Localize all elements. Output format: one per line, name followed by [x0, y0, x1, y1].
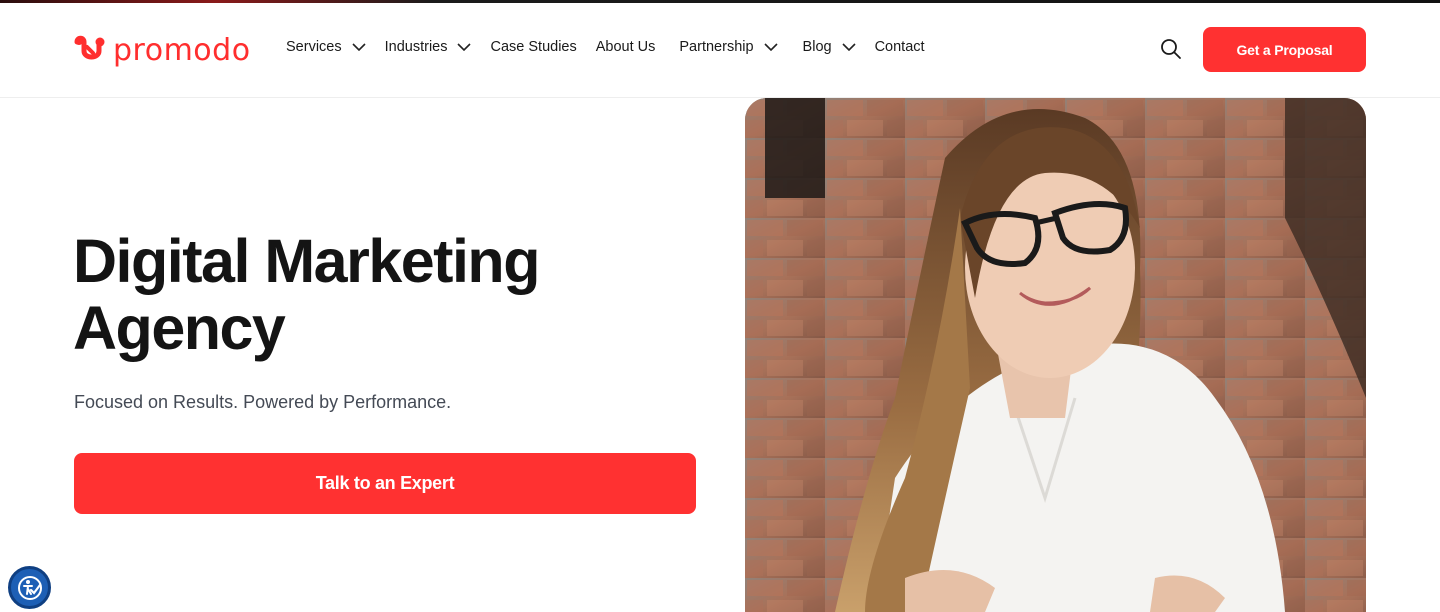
nav-item-services[interactable]: Services [286, 39, 366, 55]
nav-item-label: Contact [874, 39, 925, 55]
nav-item-label: Partnership [679, 39, 754, 55]
site-header: promodo Services Industries Case Studies… [0, 3, 1440, 98]
title-line-2: Agency [73, 294, 286, 362]
page-title: Digital Marketing Agency [73, 228, 693, 362]
hero-subtitle: Focused on Results. Powered by Performan… [74, 392, 452, 412]
promodo-logo-icon [74, 35, 105, 59]
search-icon [1161, 39, 1181, 59]
brand-logo[interactable]: promodo [73, 33, 251, 68]
accessibility-button[interactable] [8, 566, 51, 609]
hero-photo [745, 98, 1366, 612]
search-button[interactable] [1160, 38, 1182, 65]
nav-item-contact[interactable]: Contact [875, 39, 925, 55]
accessibility-icon [17, 575, 42, 600]
get-proposal-button[interactable]: Get a Proposal [1203, 27, 1366, 72]
person-photo [745, 98, 1366, 612]
brand-name: promodo [113, 33, 251, 68]
nav-item-label: About Us [595, 39, 656, 55]
talk-to-expert-button[interactable]: Talk to an Expert [74, 453, 696, 514]
nav-item-case-studies[interactable]: Case Studies [490, 39, 576, 55]
nav-item-partnership[interactable]: Partnership [679, 39, 778, 55]
chevron-down-icon [352, 43, 366, 51]
nav-item-about-us[interactable]: About Us [596, 39, 656, 55]
main-nav: Services Industries Case Studies About U… [286, 39, 944, 55]
chevron-down-icon [763, 43, 778, 51]
nav-item-blog[interactable]: Blog [803, 39, 856, 55]
chevron-down-icon [457, 43, 472, 51]
chevron-down-icon [842, 43, 856, 51]
title-line-1: Digital Marketing [73, 227, 540, 295]
nav-item-industries[interactable]: Industries [385, 39, 472, 55]
nav-item-label: Case Studies [490, 39, 577, 55]
nav-item-label: Blog [802, 39, 832, 55]
nav-item-label: Industries [384, 39, 448, 55]
nav-item-label: Services [286, 39, 342, 55]
